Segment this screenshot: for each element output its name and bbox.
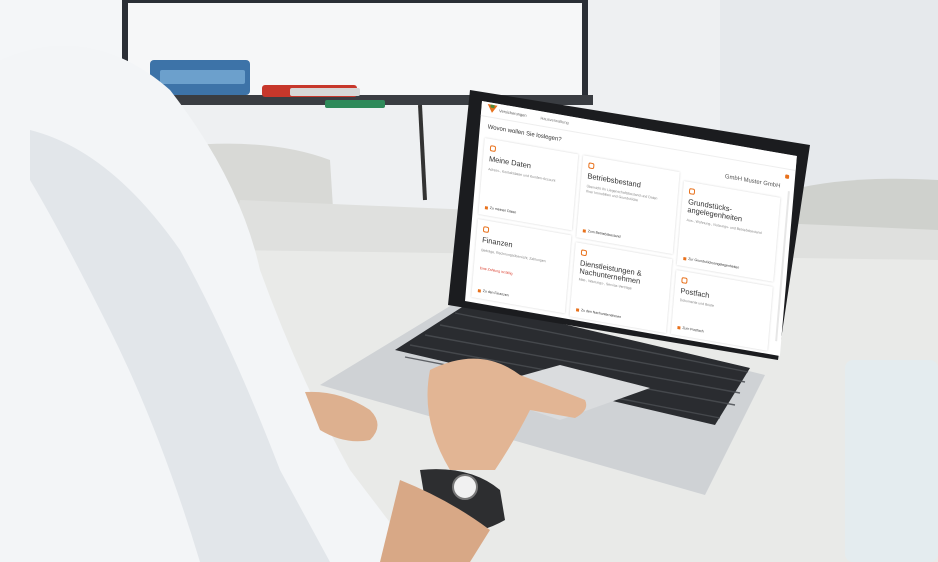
tile-link[interactable]: Zur Grundstücksangelegenheiten: [683, 256, 739, 270]
tile-link[interactable]: Zu den Finanzen: [478, 288, 509, 298]
glass: [845, 360, 938, 562]
tile-link[interactable]: Zum Betriebsbestand: [583, 228, 621, 239]
tile-link[interactable]: Zum Postfach: [677, 325, 704, 334]
company-logo: [487, 104, 498, 115]
tile-link[interactable]: Zu meinen Daten: [485, 205, 517, 215]
tile-dienstleistungen[interactable]: Dienstleistungen & Nachunternehmen Miet-…: [569, 242, 673, 334]
coin-icon: [482, 226, 490, 234]
brand-name: Versicherungen: [498, 108, 527, 118]
building-icon: [588, 162, 595, 170]
tile-grundstuecke[interactable]: Grundstücks-angelegenheiten Aus-, Wohnun…: [676, 180, 781, 282]
tile-finanzen[interactable]: Finanzen Beiträge, Rechnungsübersicht, Z…: [471, 219, 572, 314]
tile-postfach[interactable]: Postfach Dokumente und Briefe Zum Postfa…: [670, 269, 773, 351]
payment-warning: Eine Zahlung ist fällig: [479, 266, 513, 276]
tile-betriebsbestand[interactable]: Betriebsbestand Übersicht Ihr Liegenscha…: [576, 155, 680, 255]
tile-link[interactable]: Zu den Nachunternehmen: [576, 307, 621, 319]
user-icon: [489, 145, 497, 153]
edit-icon[interactable]: [785, 174, 790, 180]
briefcase-icon: [580, 249, 588, 257]
nav-item[interactable]: Hausverwaltung: [540, 115, 569, 125]
photo-scene: Versicherungen Hausverwaltung Wovon woll…: [0, 0, 938, 562]
settings-icon: [688, 187, 696, 196]
company-name: GmbH Muster GmbH: [724, 173, 781, 190]
mail-icon: [681, 276, 688, 285]
tile-meine-daten[interactable]: Meine Daten Adress-, Kontaktdaten und Ku…: [478, 138, 579, 231]
